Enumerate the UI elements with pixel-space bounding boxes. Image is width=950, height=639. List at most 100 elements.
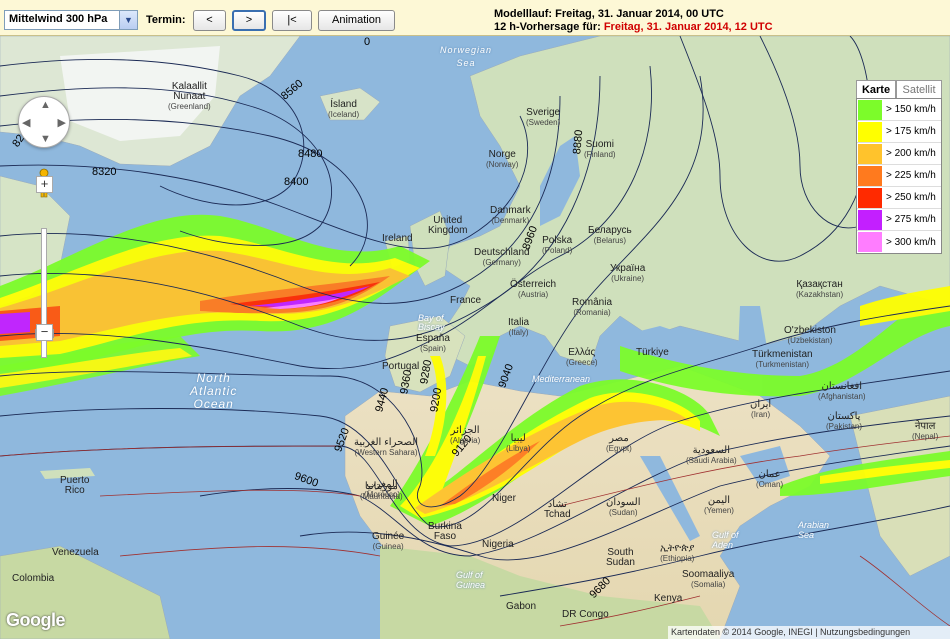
place-norway: Norge (Norway) [486,149,519,170]
place-chad: تشاد Tchad [544,499,571,520]
chevron-down-icon[interactable]: ▼ [119,11,137,29]
place-germany: Deutschland (Germany) [474,247,530,268]
pan-right-icon[interactable]: ▶ [58,116,66,129]
weather-map[interactable]: 8240 8320 8400 8480 8560 9120 9200 9280 … [0,36,950,639]
google-logo[interactable]: Google [6,610,66,631]
place-iran: ایران (Iran) [750,399,772,420]
next-button[interactable]: > [232,10,266,31]
place-ireland: Ireland [382,233,413,244]
place-turkey: Türkiye [636,347,669,358]
sea-arabian: Arabian Sea [798,520,830,540]
legend-label: > 275 km/h [886,214,936,225]
product-select[interactable]: Mittelwind 300 hPa ▼ [4,10,138,30]
place-portugal: Portugal [382,361,420,372]
legend-label: > 250 km/h [886,192,936,203]
place-nigeria: Nigeria [482,539,514,550]
place-burkina-faso: Burkina Faso [428,521,462,542]
legend-row: > 200 km/h [857,143,941,165]
legend-label: > 200 km/h [886,148,936,159]
place-turkmenistan: Türkmenistan (Turkmenistan) [752,349,813,370]
place-sudan: السودان (Sudan) [606,497,641,518]
place-guinea: Guinée (Guinea) [372,531,405,552]
contour-label-8320: 8320 [92,166,117,178]
product-select-value: Mittelwind 300 hPa [9,13,108,25]
forecast-prefix: 12 h-Vorhersage für: [494,21,604,33]
place-south-sudan: South Sudan [606,547,635,568]
map-attribution[interactable]: Kartendaten © 2014 Google, INEGI | Nutzu… [668,626,950,639]
place-iceland: Ísland (Iceland) [328,99,360,120]
pan-left-icon[interactable]: ◀ [22,116,30,129]
zoom-out-button[interactable]: − [36,324,53,341]
legend-swatch [858,121,882,142]
place-puerto-rico: Puerto Rico [60,475,90,496]
legend-label: > 225 km/h [886,170,936,181]
pan-up-icon[interactable]: ▲ [40,99,51,111]
place-yemen: اليمن (Yemen) [704,495,734,516]
wind-speed-legend: > 150 km/h > 175 km/h > 200 km/h > 225 k… [856,98,942,254]
place-libya: ليبيا (Libya) [506,433,531,454]
sea-gulf-of-guinea: Gulf of Guinea [456,570,486,590]
legend-row: > 300 km/h [857,231,941,253]
place-kenya: Kenya [654,593,683,604]
place-sweden: Sverige (Sweden) [526,107,561,128]
place-pakistan: پاکستان (Pakistan) [826,411,863,432]
legend-swatch [858,143,882,164]
place-western-sahara: الصحراء الغربية (Western Sahara) [354,437,419,458]
place-oman: عمان (Oman) [756,469,784,490]
legend-swatch [858,165,882,186]
place-greenland: Kalaallit Nunaat (Greenland) [168,81,211,112]
legend-row: > 250 km/h [857,187,941,209]
toolbar: Mittelwind 300 hPa ▼ Termin: < > |< Anim… [0,0,950,36]
sea-mediterranean: Mediterranean [532,374,591,384]
place-kazakhstan: Қазақстан (Kazakhstan) [796,279,844,300]
legend-label: > 300 km/h [886,236,936,248]
legend-swatch [858,99,882,120]
contour-label-0: 0 [364,36,371,48]
place-niger: Niger [492,493,516,504]
place-egypt: مصر (Egypt) [606,433,632,454]
prev-button[interactable]: < [193,10,226,31]
sea-bay-of-biscay: Bay of Biscay [418,313,445,332]
place-venezuela: Venezuela [52,547,99,558]
map-type-satellit[interactable]: Satellit [896,80,942,100]
legend-row: > 225 km/h [857,165,941,187]
place-poland: Polska (Poland) [542,235,573,256]
place-austria: Österreich (Austria) [510,279,557,300]
forecast-value: Freitag, 31. Januar 2014, 12 UTC [603,21,773,33]
pan-control[interactable]: ▲ ▼ ◀ ▶ [18,96,70,148]
place-afghanistan: افغانستان (Afghanistan) [818,381,866,402]
place-spain: España (Spain) [416,333,450,354]
place-norwegian-sea: Norwegian Sea [440,45,493,68]
place-greece: Ελλάς (Greece) [566,347,598,368]
legend-row: > 150 km/h [857,99,941,121]
place-colombia: Colombia [12,573,55,584]
legend-swatch [858,232,882,252]
model-run-text: Modelllauf: Freitag, 31. Januar 2014, 00… [494,8,724,20]
pan-down-icon[interactable]: ▼ [40,133,51,145]
place-france: France [450,295,482,306]
legend-swatch [858,187,882,208]
place-romania: România (Romania) [572,297,613,318]
place-gabon: Gabon [506,601,537,612]
animation-button[interactable]: Animation [318,10,395,31]
place-italy: Italia (Italy) [508,317,530,338]
first-button[interactable]: |< [272,10,312,31]
zoom-in-button[interactable]: + [36,176,53,193]
place-uk: United Kingdom [428,215,468,236]
place-ethiopia: ኢትዮጵያ (Ethiopia) [660,543,695,564]
place-saudi-arabia: السعودية (Saudi Arabia) [686,445,737,466]
legend-row: > 175 km/h [857,121,941,143]
place-belarus: Беларусь (Belarus) [588,225,632,246]
place-mauritania: موريتانيا (Mauritania) [360,481,403,502]
place-somalia: Soomaaliya (Somalia) [682,569,735,590]
sea-gulf-of-aden: Gulf of Aden [712,530,739,550]
forecast-text: 12 h-Vorhersage für: Freitag, 31. Januar… [494,21,773,34]
place-uzbekistan: O'zbekiston (Uzbekistan) [784,325,836,346]
place-finland: Suomi (Finland) [584,139,616,160]
place-nepal: नेपाल (Nepal) [912,421,939,442]
legend-swatch [858,209,882,230]
legend-label: > 175 km/h [886,126,936,137]
place-ukraine: Україна (Ukraine) [610,263,646,284]
place-denmark: Danmark (Denmark) [490,205,531,226]
map-type-karte[interactable]: Karte [856,80,896,100]
